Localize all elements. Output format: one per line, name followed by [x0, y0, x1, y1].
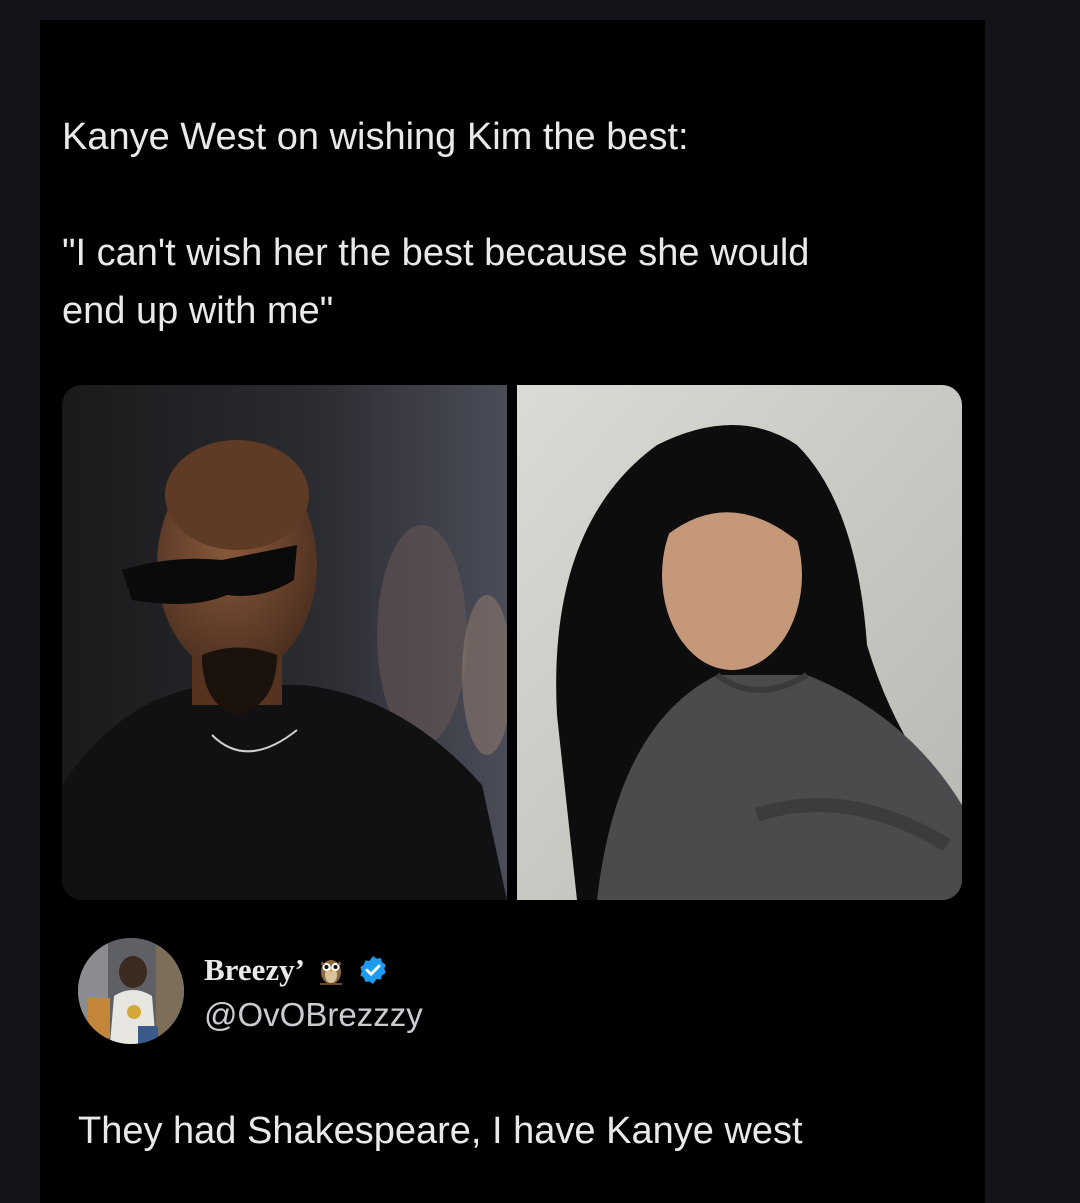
post-quote-line-2: end up with me" [62, 290, 334, 332]
screenshot-page: Kanye West on wishing Kim the best: "I c… [0, 0, 1080, 1203]
display-name-row: Breezy’ [204, 952, 389, 988]
verified-badge-icon[interactable] [357, 954, 389, 986]
post-quote-line-1: "I can't wish her the best because she w… [62, 232, 810, 274]
author-handle[interactable]: @OvOBrezzzy [204, 996, 423, 1034]
post-media[interactable] [62, 385, 962, 900]
post-body: Kanye West on wishing Kim the best: "I c… [62, 108, 942, 340]
woman-long-dark-hair-photo[interactable] [517, 385, 962, 900]
owl-icon [315, 954, 347, 986]
man-in-sunglasses-photo[interactable] [62, 385, 507, 900]
post-headline: Kanye West on wishing Kim the best: [62, 116, 689, 158]
reply-text: They had Shakespeare, I have Kanye west [78, 1110, 803, 1152]
avatar[interactable] [78, 938, 184, 1044]
reply-author[interactable]: Breezy’ @OvOBrezzzy [78, 938, 678, 1048]
display-name[interactable]: Breezy’ [204, 952, 305, 988]
post-card: Kanye West on wishing Kim the best: "I c… [40, 20, 985, 1203]
